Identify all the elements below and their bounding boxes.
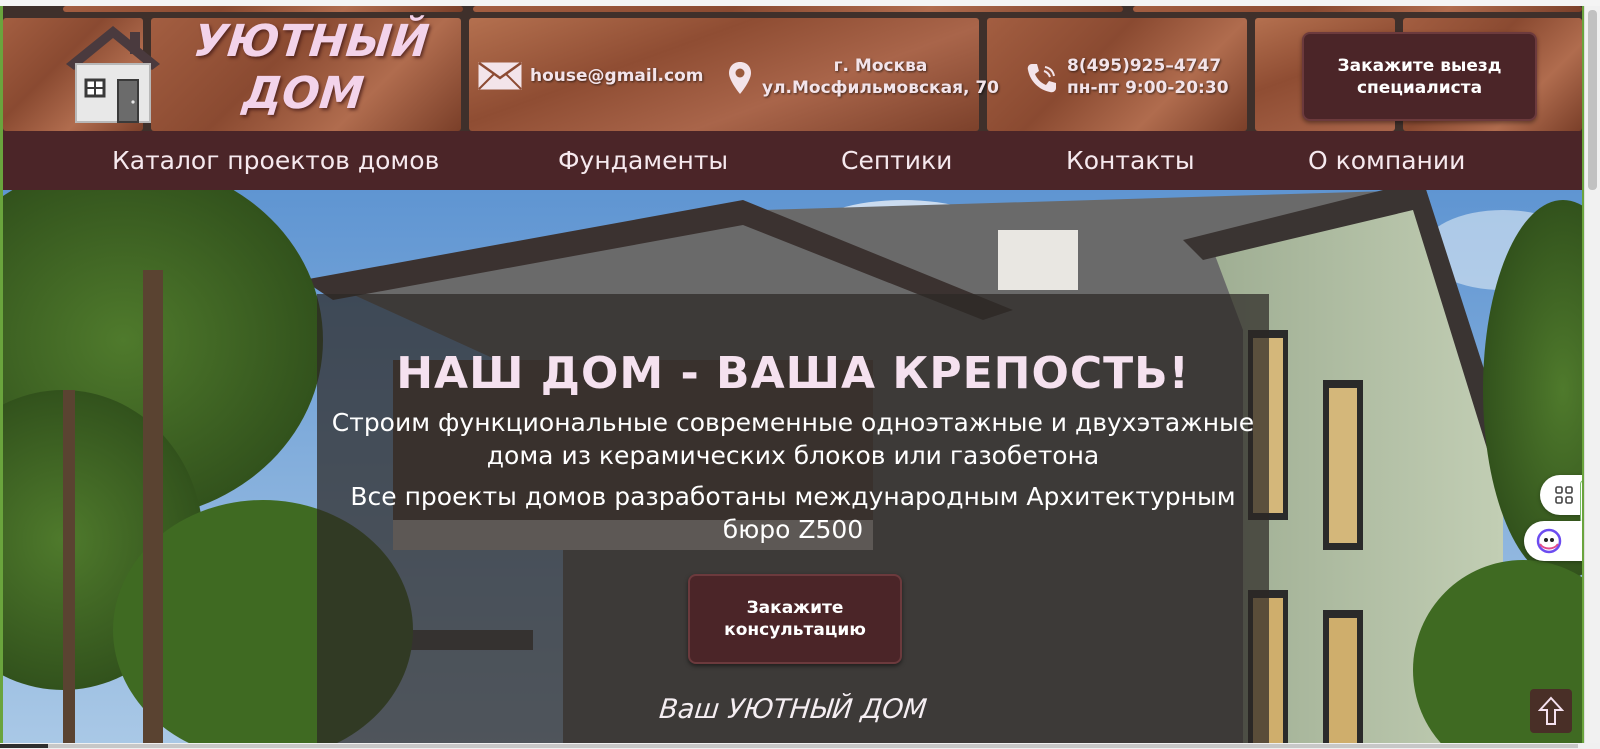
hero-architect-note: Все проекты домов разработаны международ… xyxy=(350,482,1236,544)
scroll-top-button[interactable] xyxy=(1530,689,1572,733)
nav-item-about[interactable]: О компании xyxy=(1308,146,1465,176)
assistant-widget-button[interactable] xyxy=(1524,521,1588,561)
contact-email[interactable]: house@gmail.com xyxy=(478,62,703,90)
horizontal-scrollbar[interactable] xyxy=(0,743,1600,749)
address-street: ул.Мосфильмовская, 70 xyxy=(762,78,1000,98)
email-text[interactable]: house@gmail.com xyxy=(530,66,703,86)
hero-tagline: Ваш УЮТНЫЙ ДОМ xyxy=(657,694,929,725)
hero-description: Строим функциональные современные одноэт… xyxy=(331,408,1255,470)
nav-item-foundations[interactable]: Фундаменты xyxy=(558,146,728,176)
arrow-up-icon xyxy=(1538,696,1564,725)
map-pin-icon xyxy=(729,62,751,94)
main-nav: Каталог проектов домов Фундаменты Септик… xyxy=(3,131,1582,190)
logo-title[interactable]: УЮТНЫЙ ДОМ xyxy=(186,16,431,120)
vertical-scrollbar[interactable] xyxy=(1584,6,1600,743)
address-lines: г. Москва ул.Мосфильмовская, 70 xyxy=(762,55,999,99)
brick xyxy=(1133,6,1582,12)
address-city: г. Москва xyxy=(833,56,928,76)
scrollbar-thumb[interactable] xyxy=(1588,10,1597,190)
contact-address: г. Москва ул.Мосфильмовская, 70 xyxy=(728,55,999,99)
phone-icon xyxy=(1027,64,1056,93)
order-consultation-button[interactable]: Закажите консультацию xyxy=(688,574,902,664)
contact-phone[interactable]: 8(495)925–4747 пн-пт 9:00-20:30 xyxy=(1025,55,1229,99)
assistant-icon xyxy=(1536,528,1562,554)
hero-overlay: НАШ ДОМ - ВАША КРЕПОСТЬ! Строим функцион… xyxy=(317,294,1269,743)
grid-icon xyxy=(1555,486,1573,504)
brick xyxy=(473,6,1123,12)
phone-number[interactable]: 8(495)925–4747 xyxy=(1067,55,1229,77)
nav-item-contacts[interactable]: Контакты xyxy=(1066,146,1195,176)
envelope-icon xyxy=(478,62,522,90)
house-logo-icon[interactable] xyxy=(58,18,168,128)
scrollbar-track[interactable] xyxy=(48,744,1578,748)
taskbar-segment xyxy=(0,744,48,748)
phone-lines: 8(495)925–4747 пн-пт 9:00-20:30 xyxy=(1067,55,1229,99)
order-visit-button[interactable]: Закажите выезд специалиста xyxy=(1302,32,1537,121)
working-hours: пн-пт 9:00-20:30 xyxy=(1067,78,1229,98)
nav-item-septics[interactable]: Септики xyxy=(841,146,952,176)
nav-item-catalog[interactable]: Каталог проектов домов xyxy=(112,146,439,176)
brick xyxy=(63,6,463,12)
hero-title: НАШ ДОМ - ВАША КРЕПОСТЬ! xyxy=(396,348,1190,399)
site-header: УЮТНЫЙ ДОМ house@gmail.com г. Москва ул.… xyxy=(3,6,1582,131)
hero-section: НАШ ДОМ - ВАША КРЕПОСТЬ! Строим функцион… xyxy=(3,190,1582,743)
